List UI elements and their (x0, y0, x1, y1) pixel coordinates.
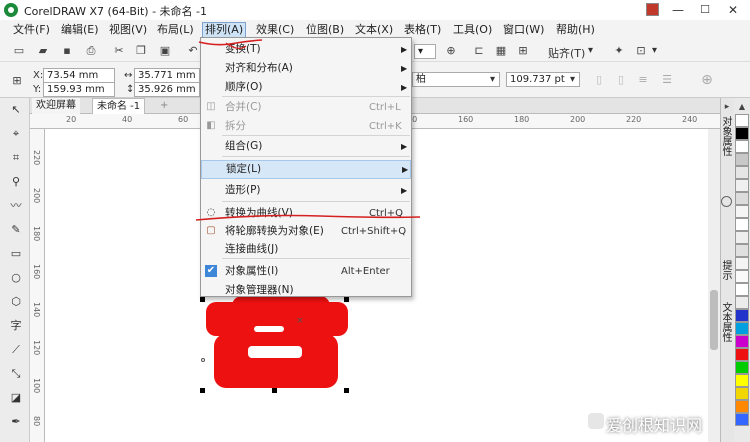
annotation-underline-convert (195, 214, 421, 221)
annotation-overlay (195, 39, 421, 221)
watermark-text: 爱创根知识网 (606, 416, 703, 435)
watermark-logo-icon (588, 413, 604, 429)
annotation-underline-menu (198, 39, 263, 46)
